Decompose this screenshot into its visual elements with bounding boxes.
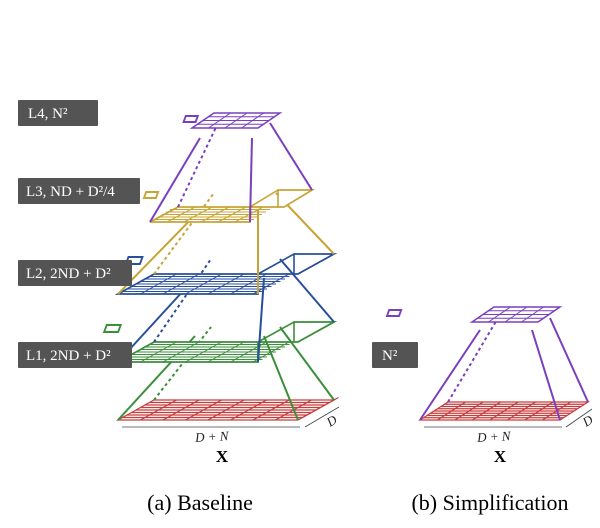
tag-l1: L1, 2ND + D² [18,342,132,368]
diagram-canvas: D + N D X L4, N² L3, ND + D²/4 L2, 2ND +… [0,0,600,528]
baseline-dim-front: D + N [122,427,300,445]
l1-grid [104,322,334,362]
simpl-dim-front-label: D + N [476,428,512,445]
svg-text:D + N: D + N [194,428,230,445]
simplification-column: N² D + N [372,307,596,466]
simpl-dim-front: D + N [424,427,562,445]
tag-l3-text: L3, ND + D²/4 [26,184,115,200]
baseline-x-label: X [216,447,229,466]
tag-l4: L4, N² [18,100,98,126]
tag-l1-text: L1, 2ND + D² [26,348,111,364]
dim-side-label: D [323,412,340,431]
tag-right: N² [372,342,418,368]
simpl-input-grid [420,402,588,420]
tag-right-text: N² [382,348,398,364]
simpl-dim-side-label: D [579,412,596,431]
baseline-column: D + N D X [104,113,340,466]
l4-grid [184,113,280,128]
caption-a: (a) Baseline [147,490,253,515]
tag-l2: L2, 2ND + D² [18,260,132,286]
tag-l4-text: L4, N² [28,106,68,122]
simpl-dim-side: D [566,409,596,430]
tag-l3: L3, ND + D²/4 [18,178,140,204]
l3-grid [144,190,312,222]
caption-b: (b) Simplification [411,490,568,515]
simpl-x-label: X [494,447,507,466]
simpl-top-grid [387,307,560,322]
tag-l2-text: L2, 2ND + D² [26,266,111,282]
dim-front-label: D + N [194,428,230,445]
baseline-input-grid [118,398,339,421]
tags: L4, N² L3, ND + D²/4 L2, 2ND + D² L1, 2N… [18,100,140,368]
